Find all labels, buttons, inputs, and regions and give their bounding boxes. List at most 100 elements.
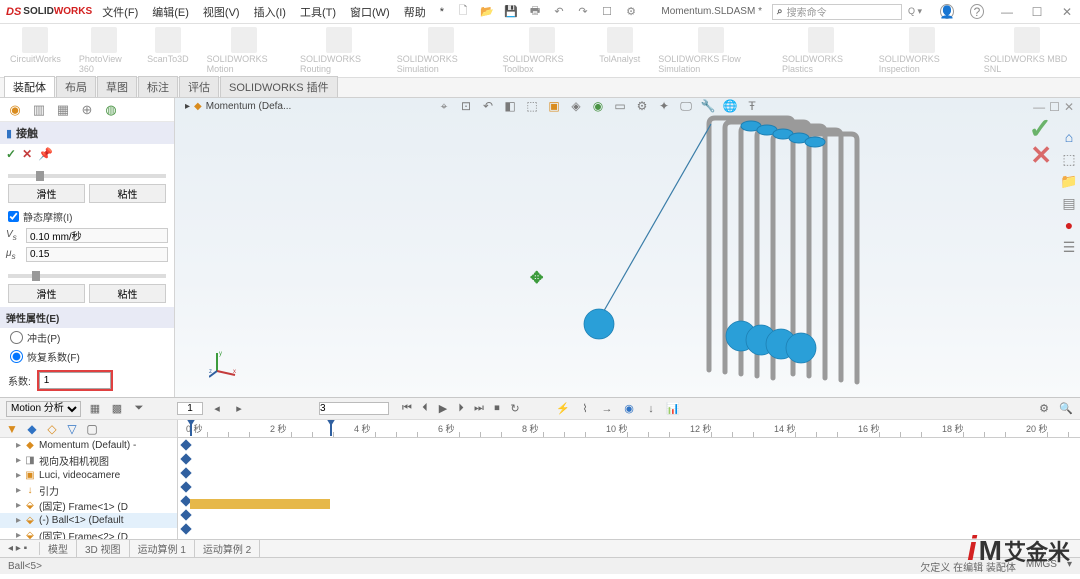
feature-tree-icon[interactable]: ◉ xyxy=(4,100,26,120)
filter-key-icon[interactable]: ◆ xyxy=(24,422,40,436)
palette-icon[interactable]: ▤ xyxy=(1060,194,1078,212)
crumb-label[interactable]: Momentum (Defa... xyxy=(206,101,292,112)
ribbon-routing[interactable]: SOLIDWORKS Routing xyxy=(300,27,379,74)
bottom-tab-nav[interactable]: ◂ ▸ ▪ xyxy=(0,542,40,555)
folder-icon[interactable]: 📁 xyxy=(1060,172,1078,190)
bottom-tab-3dview[interactable]: 3D 视图 xyxy=(77,540,130,557)
ribbon-circuitworks[interactable]: CircuitWorks xyxy=(10,27,61,64)
appearance-icon[interactable]: ◉ xyxy=(589,98,607,114)
timeline-gravity-bar[interactable] xyxy=(190,499,330,509)
menu-tools[interactable]: 工具(T) xyxy=(300,4,336,20)
motor-icon[interactable]: ⚡ xyxy=(555,401,571,417)
key-next-icon[interactable]: ▸ xyxy=(231,401,247,417)
step-back-icon[interactable]: ⏴ xyxy=(417,401,433,417)
result-icon[interactable]: 📊 xyxy=(665,401,681,417)
config-icon[interactable]: ▥ xyxy=(28,100,50,120)
time-input[interactable] xyxy=(319,402,389,415)
contact-tl-icon[interactable]: ◉ xyxy=(621,401,637,417)
slip-button-2[interactable]: 滑性 xyxy=(8,284,85,303)
open-icon[interactable]: 📂 xyxy=(480,5,494,19)
ok-button[interactable]: ✓ xyxy=(6,147,16,161)
to-start-icon[interactable]: ⏮ xyxy=(399,401,415,417)
force-icon[interactable]: → xyxy=(599,401,615,417)
ribbon-inspection[interactable]: SOLIDWORKS Inspection xyxy=(879,27,966,74)
motion-type-select[interactable]: Motion 分析 xyxy=(6,401,81,417)
mu-input[interactable] xyxy=(26,247,168,262)
tl-collapse-icon[interactable]: ⏷ xyxy=(131,401,147,417)
menu-insert[interactable]: 插入(I) xyxy=(254,4,286,20)
wrench-icon[interactable]: 🔧 xyxy=(699,98,717,114)
close-button[interactable]: ✕ xyxy=(1060,5,1074,19)
tree-row[interactable]: ▸↓引力 xyxy=(0,483,177,498)
timeline-grid[interactable]: 0 秒2 秒4 秒6 秒8 秒10 秒12 秒14 秒16 秒18 秒20 秒 xyxy=(178,420,1080,539)
text-icon[interactable]: Ŧ xyxy=(743,98,761,114)
spring-icon[interactable]: ⌇ xyxy=(577,401,593,417)
cube-icon[interactable]: ⬚ xyxy=(1060,150,1078,168)
home-icon[interactable]: ⌂ xyxy=(1060,128,1078,146)
tl-settings-icon[interactable]: ⚙ xyxy=(1036,401,1052,417)
slip-button[interactable]: 滑性 xyxy=(8,184,85,203)
prev-view-icon[interactable]: ↶ xyxy=(479,98,497,114)
tree-row[interactable]: ▸▣Luci, videocamere xyxy=(0,468,177,483)
ribbon-photoview[interactable]: PhotoView 360 xyxy=(79,27,129,74)
hide-show-icon[interactable]: ◈ xyxy=(567,98,585,114)
ribbon-scanto3d[interactable]: ScanTo3D xyxy=(147,27,189,64)
menu-edit[interactable]: 编辑(E) xyxy=(152,4,189,20)
viscous-button-2[interactable]: 粘性 xyxy=(89,284,166,303)
zoom-fit-icon[interactable]: ⌖ xyxy=(435,98,453,114)
tl-zoom-icon[interactable]: 🔍 xyxy=(1058,401,1074,417)
loop-icon[interactable]: ↻ xyxy=(507,401,523,417)
filter-driven-icon[interactable]: ◇ xyxy=(44,422,60,436)
redo-icon[interactable]: ↷ xyxy=(576,5,590,19)
save-icon[interactable]: 💾 xyxy=(504,5,518,19)
help-icon[interactable]: ? xyxy=(970,4,984,19)
calc-icon[interactable]: ▦ xyxy=(87,401,103,417)
tree-row[interactable]: ▸⬙(-) Ball<1> (Default xyxy=(0,513,177,528)
tab-addins[interactable]: SOLIDWORKS 插件 xyxy=(220,76,338,97)
tree-row[interactable]: ▸⬙(固定) Frame<2> (D xyxy=(0,528,177,539)
undo-icon[interactable]: ↶ xyxy=(552,5,566,19)
play-icon[interactable]: ▶ xyxy=(435,401,451,417)
ribbon-motion[interactable]: SOLIDWORKS Motion xyxy=(207,27,282,74)
reject-icon[interactable]: ✕ xyxy=(1030,140,1052,171)
globe-icon[interactable]: 🌐 xyxy=(721,98,739,114)
section-icon[interactable]: ◧ xyxy=(501,98,519,114)
screen-icon[interactable]: 🖵 xyxy=(677,98,695,114)
menu-overflow[interactable]: * xyxy=(440,6,444,18)
filter-result-icon[interactable]: ▢ xyxy=(84,422,100,436)
render-icon[interactable]: ✦ xyxy=(655,98,673,114)
search-commands[interactable]: ⌕ 搜索命令 xyxy=(772,4,902,20)
static-friction-checkbox[interactable] xyxy=(8,211,19,222)
menu-help[interactable]: 帮助 xyxy=(404,4,426,20)
tree-row[interactable]: ▸◨视向及相机视图 xyxy=(0,453,177,468)
list-dock-icon[interactable]: ☰ xyxy=(1060,238,1078,256)
bottom-tab-model[interactable]: 模型 xyxy=(40,540,77,557)
view-close-icon[interactable]: ✕ xyxy=(1064,100,1074,114)
friction-slider[interactable] xyxy=(8,174,166,178)
tree-row[interactable]: ▸⬙(固定) Frame<1> (D xyxy=(0,498,177,513)
tab-evaluate[interactable]: 评估 xyxy=(179,76,219,97)
filter-sel-icon[interactable]: ▽ xyxy=(64,422,80,436)
menu-file[interactable]: 文件(F) xyxy=(102,4,138,20)
display-pane-icon[interactable]: ▦ xyxy=(52,100,74,120)
ribbon-toolbox[interactable]: SOLIDWORKS Toolbox xyxy=(503,27,582,74)
ribbon-mbdsnl[interactable]: SOLIDWORKS MBD SNL xyxy=(984,27,1070,74)
tree-row[interactable]: ▸◆Momentum (Default) - xyxy=(0,438,177,453)
step-fwd-icon[interactable]: ⏵ xyxy=(453,401,469,417)
restore-radio[interactable] xyxy=(10,350,23,363)
settings-icon[interactable]: ⚙ xyxy=(624,5,638,19)
user-icon[interactable]: 👤 xyxy=(940,4,954,19)
ball-dock-icon[interactable]: ● xyxy=(1060,216,1078,234)
menu-view[interactable]: 视图(V) xyxy=(203,4,240,20)
tab-sketch[interactable]: 草图 xyxy=(97,76,137,97)
calc2-icon[interactable]: ▩ xyxy=(109,401,125,417)
pin-button[interactable]: 📌 xyxy=(38,147,53,161)
impact-radio[interactable] xyxy=(10,331,23,344)
print-icon[interactable]: 🖶 xyxy=(528,5,542,19)
bottom-tab-motion2[interactable]: 运动算例 2 xyxy=(195,540,260,557)
filter-icon[interactable]: ▼ xyxy=(4,422,20,436)
target-icon[interactable]: ⊕ xyxy=(76,100,98,120)
view-orient-icon[interactable]: ⬚ xyxy=(523,98,541,114)
coef-input[interactable] xyxy=(39,372,111,389)
gravity-tl-icon[interactable]: ↓ xyxy=(643,401,659,417)
